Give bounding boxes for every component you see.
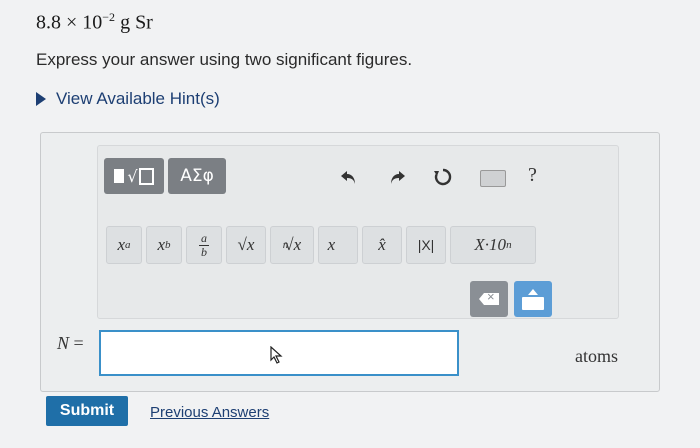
question-quantity: 8.8 × 10−2 g Sr bbox=[36, 10, 153, 35]
answer-input[interactable] bbox=[99, 330, 459, 376]
sub-base: x bbox=[157, 235, 166, 254]
backspace-icon bbox=[479, 293, 499, 305]
delete-button[interactable] bbox=[470, 281, 508, 317]
key-unit-vector[interactable]: x̂ bbox=[362, 226, 402, 264]
template-box-icon bbox=[138, 167, 154, 185]
key-scientific-notation[interactable]: X·10 n bbox=[450, 226, 536, 264]
key-subscript[interactable]: xb bbox=[146, 226, 182, 264]
arrow-up-icon bbox=[528, 288, 538, 295]
key-sqrt[interactable]: √x bbox=[226, 226, 266, 264]
view-hints-link[interactable]: View Available Hint(s) bbox=[36, 89, 220, 109]
templates-button[interactable]: √ bbox=[104, 158, 164, 194]
undo-icon[interactable] bbox=[336, 164, 362, 190]
greek-symbols-button[interactable]: ΑΣφ bbox=[168, 158, 226, 194]
key-power[interactable]: xa bbox=[106, 226, 142, 264]
radical-icon: √ bbox=[127, 166, 138, 186]
instructions-text: Express your answer using two significan… bbox=[36, 50, 413, 69]
answer-variable-label: N = bbox=[57, 333, 84, 354]
sub-index: b bbox=[165, 239, 171, 251]
help-button[interactable]: ? bbox=[528, 164, 537, 187]
redo-icon[interactable] bbox=[384, 164, 410, 190]
view-hints-label: View Available Hint(s) bbox=[56, 89, 220, 108]
reset-icon[interactable] bbox=[430, 164, 456, 190]
equals-sign: = bbox=[73, 333, 84, 353]
key-vector[interactable]: x⃗ bbox=[318, 226, 358, 264]
sci-exponent: n bbox=[506, 239, 512, 251]
keyboard-toggle-button[interactable] bbox=[514, 281, 552, 317]
submit-button[interactable]: Submit bbox=[46, 396, 128, 426]
previous-answers-link[interactable]: Previous Answers bbox=[150, 404, 269, 421]
power-exponent: a bbox=[125, 239, 131, 251]
variable-name: N bbox=[57, 333, 70, 353]
power-base: x bbox=[117, 235, 126, 254]
template-square-icon bbox=[114, 169, 125, 183]
answer-panel: √ ΑΣφ ? xa xb a b √x n √x x⃗ x̂ |X| X·10… bbox=[40, 132, 660, 392]
root-symbol: √x bbox=[284, 235, 302, 254]
keyboard-shortcuts-icon[interactable] bbox=[480, 170, 506, 187]
math-toolbar: √ ΑΣφ ? xa xb a b √x n √x x⃗ x̂ |X| X·10… bbox=[97, 145, 619, 319]
fraction-denominator: b bbox=[201, 244, 207, 259]
key-nth-root[interactable]: n √x bbox=[270, 226, 314, 264]
answer-units: atoms bbox=[575, 346, 618, 366]
quantity-exponent: −2 bbox=[102, 10, 116, 24]
key-fraction[interactable]: a b bbox=[186, 226, 222, 264]
sci-base: X·10 bbox=[474, 235, 507, 254]
quantity-coefficient: 8.8 × 10 bbox=[36, 11, 103, 34]
fraction-numerator: a bbox=[201, 230, 207, 245]
key-absolute-value[interactable]: |X| bbox=[406, 226, 446, 264]
quantity-unit: g Sr bbox=[120, 11, 153, 34]
keyboard-icon bbox=[522, 296, 544, 310]
mouse-cursor-icon bbox=[270, 346, 283, 364]
expand-triangle-icon bbox=[36, 92, 46, 106]
